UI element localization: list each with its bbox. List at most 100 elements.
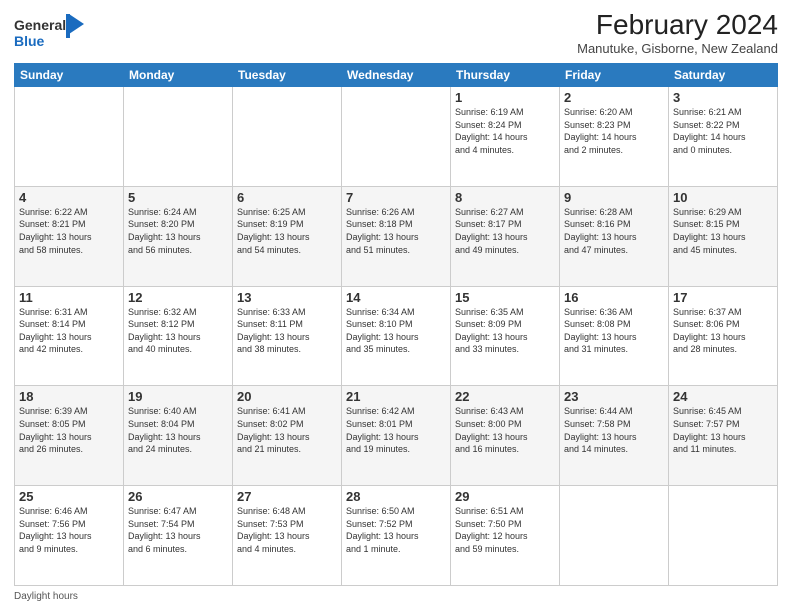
calendar-cell: 20Sunrise: 6:41 AM Sunset: 8:02 PM Dayli… [233,386,342,486]
calendar-cell: 9Sunrise: 6:28 AM Sunset: 8:16 PM Daylig… [560,186,669,286]
day-info: Sunrise: 6:35 AM Sunset: 8:09 PM Dayligh… [455,306,555,356]
calendar-cell [669,486,778,586]
day-info: Sunrise: 6:51 AM Sunset: 7:50 PM Dayligh… [455,505,555,555]
day-info: Sunrise: 6:44 AM Sunset: 7:58 PM Dayligh… [564,405,664,455]
calendar-cell: 11Sunrise: 6:31 AM Sunset: 8:14 PM Dayli… [15,286,124,386]
day-info: Sunrise: 6:39 AM Sunset: 8:05 PM Dayligh… [19,405,119,455]
col-sunday: Sunday [15,64,124,87]
day-info: Sunrise: 6:47 AM Sunset: 7:54 PM Dayligh… [128,505,228,555]
day-info: Sunrise: 6:48 AM Sunset: 7:53 PM Dayligh… [237,505,337,555]
week-row-4: 18Sunrise: 6:39 AM Sunset: 8:05 PM Dayli… [15,386,778,486]
calendar-cell: 7Sunrise: 6:26 AM Sunset: 8:18 PM Daylig… [342,186,451,286]
day-number: 1 [455,90,555,105]
day-number: 6 [237,190,337,205]
week-row-1: 1Sunrise: 6:19 AM Sunset: 8:24 PM Daylig… [15,87,778,187]
calendar-cell [15,87,124,187]
calendar-cell: 15Sunrise: 6:35 AM Sunset: 8:09 PM Dayli… [451,286,560,386]
day-info: Sunrise: 6:50 AM Sunset: 7:52 PM Dayligh… [346,505,446,555]
day-number: 16 [564,290,664,305]
week-row-5: 25Sunrise: 6:46 AM Sunset: 7:56 PM Dayli… [15,486,778,586]
calendar-cell: 4Sunrise: 6:22 AM Sunset: 8:21 PM Daylig… [15,186,124,286]
svg-text:General: General [14,17,66,33]
main-title: February 2024 [577,10,778,41]
day-info: Sunrise: 6:32 AM Sunset: 8:12 PM Dayligh… [128,306,228,356]
footer: Daylight hours [14,591,778,602]
day-number: 21 [346,389,446,404]
day-number: 9 [564,190,664,205]
header-row: Sunday Monday Tuesday Wednesday Thursday… [15,64,778,87]
day-info: Sunrise: 6:27 AM Sunset: 8:17 PM Dayligh… [455,206,555,256]
day-info: Sunrise: 6:24 AM Sunset: 8:20 PM Dayligh… [128,206,228,256]
col-monday: Monday [124,64,233,87]
calendar-cell: 17Sunrise: 6:37 AM Sunset: 8:06 PM Dayli… [669,286,778,386]
day-number: 13 [237,290,337,305]
day-number: 2 [564,90,664,105]
day-info: Sunrise: 6:46 AM Sunset: 7:56 PM Dayligh… [19,505,119,555]
calendar-cell: 19Sunrise: 6:40 AM Sunset: 8:04 PM Dayli… [124,386,233,486]
calendar-cell: 18Sunrise: 6:39 AM Sunset: 8:05 PM Dayli… [15,386,124,486]
daylight-label: Daylight hours [14,591,78,602]
calendar-cell [560,486,669,586]
day-info: Sunrise: 6:43 AM Sunset: 8:00 PM Dayligh… [455,405,555,455]
day-info: Sunrise: 6:22 AM Sunset: 8:21 PM Dayligh… [19,206,119,256]
header: General Blue February 2024 Manutuke, Gis… [14,10,778,59]
col-saturday: Saturday [669,64,778,87]
calendar-cell: 2Sunrise: 6:20 AM Sunset: 8:23 PM Daylig… [560,87,669,187]
day-info: Sunrise: 6:34 AM Sunset: 8:10 PM Dayligh… [346,306,446,356]
day-number: 28 [346,489,446,504]
day-info: Sunrise: 6:37 AM Sunset: 8:06 PM Dayligh… [673,306,773,356]
day-number: 4 [19,190,119,205]
week-row-3: 11Sunrise: 6:31 AM Sunset: 8:14 PM Dayli… [15,286,778,386]
day-number: 7 [346,190,446,205]
logo-area: General Blue [14,10,84,59]
day-number: 11 [19,290,119,305]
calendar-cell: 6Sunrise: 6:25 AM Sunset: 8:19 PM Daylig… [233,186,342,286]
day-number: 14 [346,290,446,305]
day-info: Sunrise: 6:45 AM Sunset: 7:57 PM Dayligh… [673,405,773,455]
day-number: 22 [455,389,555,404]
svg-text:Blue: Blue [14,33,45,49]
day-number: 27 [237,489,337,504]
calendar-cell: 27Sunrise: 6:48 AM Sunset: 7:53 PM Dayli… [233,486,342,586]
title-area: February 2024 Manutuke, Gisborne, New Ze… [577,10,778,56]
day-info: Sunrise: 6:25 AM Sunset: 8:19 PM Dayligh… [237,206,337,256]
day-info: Sunrise: 6:31 AM Sunset: 8:14 PM Dayligh… [19,306,119,356]
day-number: 29 [455,489,555,504]
calendar-cell [233,87,342,187]
day-number: 3 [673,90,773,105]
col-thursday: Thursday [451,64,560,87]
logo: General Blue [14,10,84,59]
calendar-cell: 29Sunrise: 6:51 AM Sunset: 7:50 PM Dayli… [451,486,560,586]
calendar-cell: 24Sunrise: 6:45 AM Sunset: 7:57 PM Dayli… [669,386,778,486]
day-number: 10 [673,190,773,205]
day-number: 15 [455,290,555,305]
day-info: Sunrise: 6:29 AM Sunset: 8:15 PM Dayligh… [673,206,773,256]
calendar-cell: 22Sunrise: 6:43 AM Sunset: 8:00 PM Dayli… [451,386,560,486]
calendar-cell: 10Sunrise: 6:29 AM Sunset: 8:15 PM Dayli… [669,186,778,286]
calendar-cell: 1Sunrise: 6:19 AM Sunset: 8:24 PM Daylig… [451,87,560,187]
page: General Blue February 2024 Manutuke, Gis… [0,0,792,612]
day-info: Sunrise: 6:21 AM Sunset: 8:22 PM Dayligh… [673,106,773,156]
calendar-cell [342,87,451,187]
col-wednesday: Wednesday [342,64,451,87]
day-number: 23 [564,389,664,404]
day-info: Sunrise: 6:33 AM Sunset: 8:11 PM Dayligh… [237,306,337,356]
calendar-cell: 25Sunrise: 6:46 AM Sunset: 7:56 PM Dayli… [15,486,124,586]
calendar-table: Sunday Monday Tuesday Wednesday Thursday… [14,63,778,586]
day-number: 20 [237,389,337,404]
calendar-cell: 12Sunrise: 6:32 AM Sunset: 8:12 PM Dayli… [124,286,233,386]
day-number: 18 [19,389,119,404]
day-info: Sunrise: 6:20 AM Sunset: 8:23 PM Dayligh… [564,106,664,156]
day-info: Sunrise: 6:40 AM Sunset: 8:04 PM Dayligh… [128,405,228,455]
day-number: 25 [19,489,119,504]
day-info: Sunrise: 6:26 AM Sunset: 8:18 PM Dayligh… [346,206,446,256]
calendar-cell: 14Sunrise: 6:34 AM Sunset: 8:10 PM Dayli… [342,286,451,386]
calendar-cell [124,87,233,187]
col-tuesday: Tuesday [233,64,342,87]
calendar-cell: 26Sunrise: 6:47 AM Sunset: 7:54 PM Dayli… [124,486,233,586]
calendar-cell: 3Sunrise: 6:21 AM Sunset: 8:22 PM Daylig… [669,87,778,187]
day-info: Sunrise: 6:42 AM Sunset: 8:01 PM Dayligh… [346,405,446,455]
day-info: Sunrise: 6:28 AM Sunset: 8:16 PM Dayligh… [564,206,664,256]
col-friday: Friday [560,64,669,87]
day-info: Sunrise: 6:41 AM Sunset: 8:02 PM Dayligh… [237,405,337,455]
